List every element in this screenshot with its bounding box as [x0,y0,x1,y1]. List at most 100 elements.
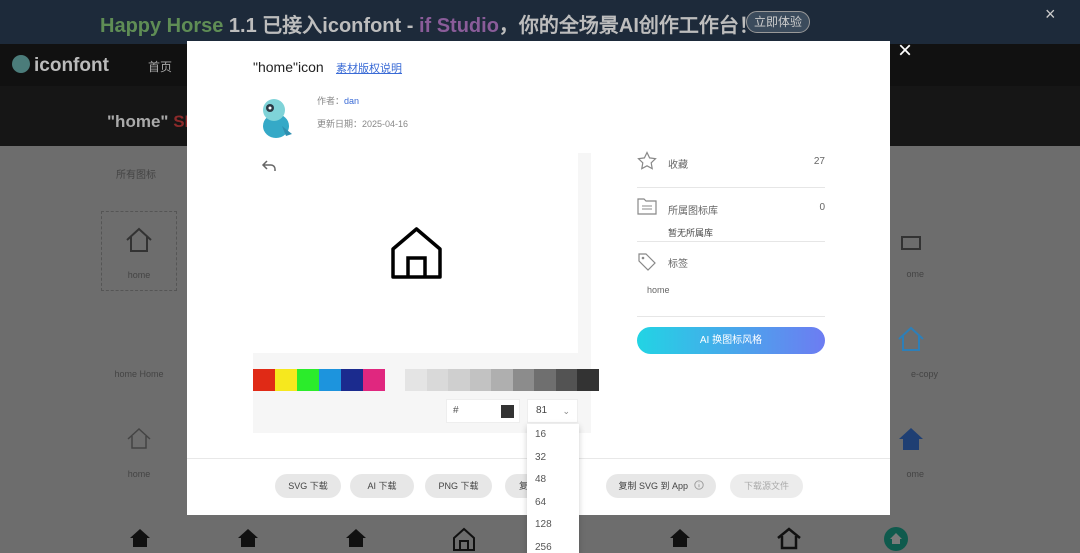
home-icon [391,227,442,279]
home-icon[interactable] [776,526,802,550]
info-icon [693,480,704,490]
icon-card-label: home Home [114,369,164,379]
undo-icon[interactable] [261,159,277,173]
home-icon [127,427,151,449]
hero-query: "home" [107,112,169,131]
size-option[interactable]: 32 [527,447,579,470]
banner-close-icon[interactable]: × [1045,4,1056,25]
home-icon [898,326,924,351]
nav-home[interactable]: 首页 [148,58,172,75]
tag-label: 标签 [668,259,688,270]
avatar[interactable] [256,96,296,140]
home-icon [901,236,921,250]
size-option[interactable]: 48 [527,469,579,492]
svg-download-button[interactable]: SVG 下载 [275,474,341,498]
color-swatch-red[interactable] [253,369,275,391]
copy-svg-app-label: 复制 SVG 到 App [618,481,688,491]
color-swatch-gray[interactable] [448,369,470,391]
home-icon [899,428,923,450]
size-option[interactable]: 16 [527,424,579,447]
color-swatch-green[interactable] [297,369,319,391]
color-swatch-gray[interactable] [469,369,491,391]
color-swatch-yellow[interactable] [275,369,297,391]
home-icon[interactable] [668,526,692,550]
color-swatch-navy[interactable] [341,369,363,391]
tag-row: 标签 home [637,242,825,316]
copyright-link[interactable]: 素材版权说明 [336,60,402,76]
color-swatch-gray[interactable] [491,369,513,391]
home-icon[interactable] [344,526,368,550]
color-swatch-gray[interactable] [426,369,448,391]
icon-card[interactable]: home [101,411,177,491]
color-swatch-gray[interactable] [577,369,599,391]
icon-card-label: home [127,270,151,280]
updated-label: 更新日期： [317,119,363,129]
banner-tagline: ，你的全场景AI创作工作台！ [498,15,759,37]
ai-download-button[interactable]: AI 下载 [350,474,414,498]
color-swatch-gray[interactable] [405,369,427,391]
library-count: 0 [819,202,825,213]
icon-card[interactable]: home Home [101,311,177,391]
hero-title: "home" SE [107,112,196,132]
color-swatch-gray[interactable] [534,369,556,391]
author-row: 作者：dan [317,94,359,107]
banner-cta-button[interactable]: 立即体验 [746,11,810,33]
color-swatch-blue[interactable] [319,369,341,391]
logo-mark-icon [12,55,30,73]
banner-brand: Happy Horse [100,15,224,37]
png-download-button[interactable]: PNG 下载 [425,474,492,498]
logo-text: iconfont [34,55,109,76]
hex-color-input[interactable]: # [446,399,520,423]
home-icon [124,325,154,353]
home-icon [126,227,152,252]
color-swatch-pink[interactable] [363,369,385,391]
size-dropdown: 16 32 48 64 128 256 [527,424,579,553]
updated-row: 更新日期：2025-04-16 [317,117,408,130]
size-value: 81 [536,405,548,416]
author-label: 作者： [317,96,345,106]
home-icon[interactable] [128,526,152,550]
banner-text: Happy Horse 1.1 已接入iconfont - if Studio，… [100,9,759,38]
icon-preview-panel: # 81 ⌄ [253,153,599,433]
star-icon[interactable] [637,151,657,171]
updated-date: 2025-04-16 [362,119,409,129]
home-icon[interactable] [236,526,260,550]
home-icon[interactable] [451,526,477,552]
banner-middle: 1.1 已接入iconfont - [223,15,419,37]
current-color-chip [501,405,514,418]
download-source-button[interactable]: 下载源文件 [730,474,803,498]
size-option[interactable]: 128 [527,514,579,537]
ai-restyle-button[interactable]: AI 换图标风格 [637,327,825,354]
collect-count: 27 [813,156,825,167]
color-swatch-gray[interactable] [512,369,534,391]
tag-icon [638,253,656,271]
icon-card[interactable]: home [101,211,177,291]
divider [637,316,825,317]
home-icon[interactable] [883,526,909,552]
collect-row[interactable]: 收藏 27 [637,151,825,187]
modal-title: "home"icon [253,59,324,75]
copy-svg-app-button[interactable]: 复制 SVG 到 App [606,474,716,498]
logo[interactable]: iconfont [12,55,109,77]
color-swatches [253,369,385,391]
filter-all-icons[interactable]: 所有图标 [116,166,156,181]
size-option[interactable]: 256 [527,537,579,553]
icon-info-panel: 收藏 27 所属图标库 0 暂无所属库 标签 home [637,151,825,317]
icon-card-label: home [127,469,151,479]
hex-prefix: # [453,405,459,416]
icon-preview-canvas [253,153,578,353]
author-link[interactable]: dan [344,96,359,106]
tag-chip[interactable]: home [647,285,670,295]
collect-label: 收藏 [668,160,688,171]
close-icon[interactable]: × [898,39,912,63]
color-swatch-gray[interactable] [555,369,577,391]
gray-swatches [405,369,599,391]
library-label: 所属图标库 [668,206,718,217]
banner-studio: if Studio [418,15,499,37]
library-row[interactable]: 所属图标库 0 暂无所属库 [637,188,825,241]
folder-icon [637,198,657,215]
size-select[interactable]: 81 ⌄ [527,399,578,423]
promo-banner[interactable]: Happy Horse 1.1 已接入iconfont - if Studio，… [0,0,1080,44]
chevron-down-icon: ⌄ [562,406,570,416]
size-option[interactable]: 64 [527,492,579,515]
